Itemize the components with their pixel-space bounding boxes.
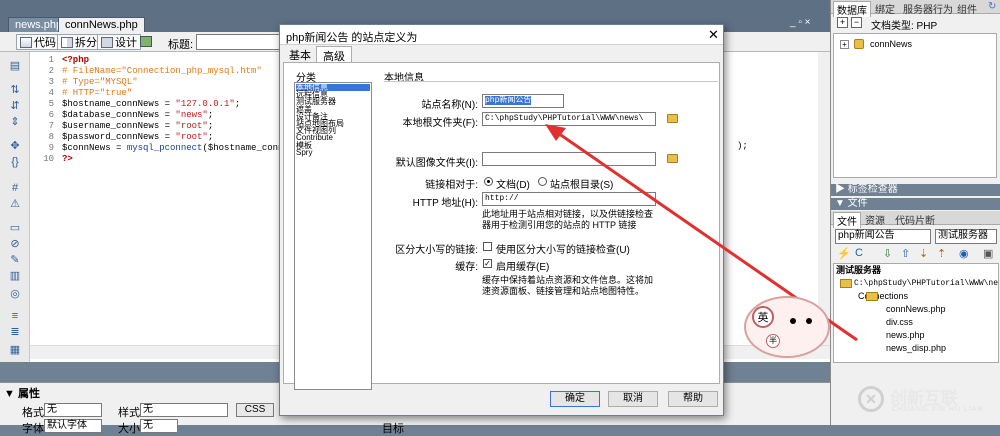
annotation-arrow (545, 124, 858, 342)
watermark: ✕ 创新互联 CHUANG XIN HU LIAN (858, 382, 998, 422)
arrow-head (545, 124, 566, 141)
brand-logo-icon: ✕ (858, 386, 884, 412)
mascot-sticker: 英 半 (744, 296, 830, 358)
mascot-eye-icon (806, 318, 812, 324)
half-width-badge-icon: 半 (766, 334, 780, 348)
mascot-eye-icon (790, 318, 796, 324)
english-badge-icon: 英 (752, 306, 774, 328)
watermark-sub: CHUANG XIN HU LIAN (892, 406, 984, 413)
